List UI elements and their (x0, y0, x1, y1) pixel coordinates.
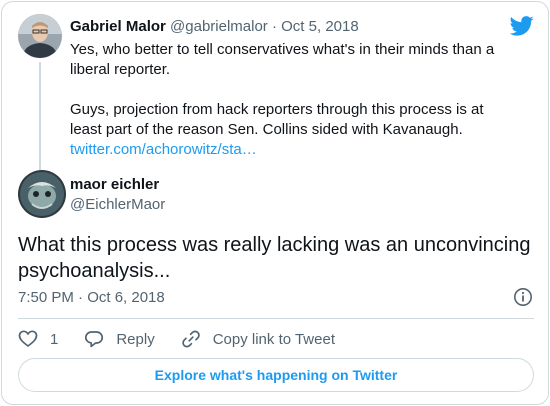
reply-author-avatar[interactable] (18, 170, 66, 218)
copy-link-button[interactable]: Copy link to Tweet (181, 329, 335, 349)
info-icon[interactable] (513, 287, 533, 307)
reply-tweet-text: What this process was really lacking was… (18, 234, 531, 282)
explore-twitter-button[interactable]: Explore what's happening on Twitter (18, 358, 534, 392)
parent-author-handle[interactable]: @gabrielmalor (170, 18, 268, 35)
action-divider (18, 318, 534, 319)
thread-connector-line (39, 62, 41, 170)
copy-link-label: Copy link to Tweet (212, 330, 335, 348)
link-icon (181, 330, 200, 348)
tweet-embed-card: Gabriel Malor @gabrielmalor · Oct 5, 201… (1, 1, 549, 405)
parent-date[interactable]: Oct 5, 2018 (281, 18, 359, 35)
tweet-timestamp[interactable]: 7:50 PM · Oct 6, 2018 (18, 289, 165, 306)
parent-text-paragraph-1: Yes, who better to tell conservatives wh… (70, 41, 495, 78)
like-button[interactable]: 1 (18, 329, 58, 349)
parent-author-avatar[interactable] (18, 14, 62, 58)
header-separator: · (271, 18, 277, 35)
twitter-bird-icon[interactable] (510, 16, 534, 36)
heart-icon (18, 330, 38, 347)
parent-text-paragraph-2: Guys, projection from hack reporters thr… (70, 101, 484, 138)
parent-tweet-link[interactable]: twitter.com/achorowitz/sta… (70, 140, 510, 160)
parent-tweet-text: Yes, who better to tell conservatives wh… (70, 40, 510, 160)
parent-header: Gabriel Malor @gabrielmalor · Oct 5, 201… (70, 18, 359, 35)
reply-author-name[interactable]: maor eichler (70, 176, 159, 193)
reply-bubble-icon (85, 331, 104, 348)
like-count: 1 (50, 330, 59, 348)
parent-author-name[interactable]: Gabriel Malor (70, 18, 166, 35)
reply-button[interactable]: Reply (84, 329, 155, 349)
reply-label: Reply (116, 330, 155, 348)
reply-author-handle[interactable]: @EichlerMaor (70, 196, 165, 213)
tweet-actions: 1 Reply Copy link to Tweet (18, 327, 361, 351)
